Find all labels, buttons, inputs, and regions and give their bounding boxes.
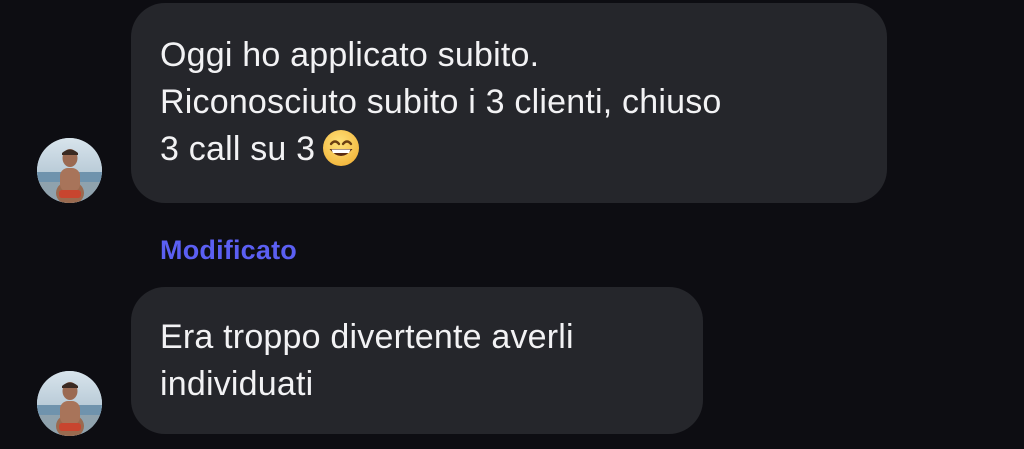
- sender-avatar[interactable]: [37, 138, 102, 203]
- message-text-line: Oggi ho applicato subito.: [160, 36, 540, 74]
- message-text-line: 3 call su 3: [160, 126, 887, 173]
- message-text-fragment: 3 call su 3: [160, 130, 316, 168]
- message-text-line: individuati: [160, 365, 314, 403]
- message-text-line: Riconosciuto subito i 3 clienti, chiuso: [160, 83, 722, 121]
- sender-avatar[interactable]: [37, 371, 102, 436]
- edited-label: Modificato: [160, 235, 297, 265]
- avatar-photo-icon: [37, 138, 102, 203]
- message-bubble[interactable]: Era troppo divertente averli individuati: [131, 287, 703, 434]
- message-text-line: Era troppo divertente averli: [160, 318, 574, 356]
- avatar-photo-icon: [37, 371, 102, 436]
- chat-thread: Oggi ho applicato subito. Riconosciuto s…: [0, 0, 1024, 449]
- grinning-face-emoji-icon: [323, 130, 360, 166]
- message-bubble[interactable]: Oggi ho applicato subito. Riconosciuto s…: [131, 3, 887, 203]
